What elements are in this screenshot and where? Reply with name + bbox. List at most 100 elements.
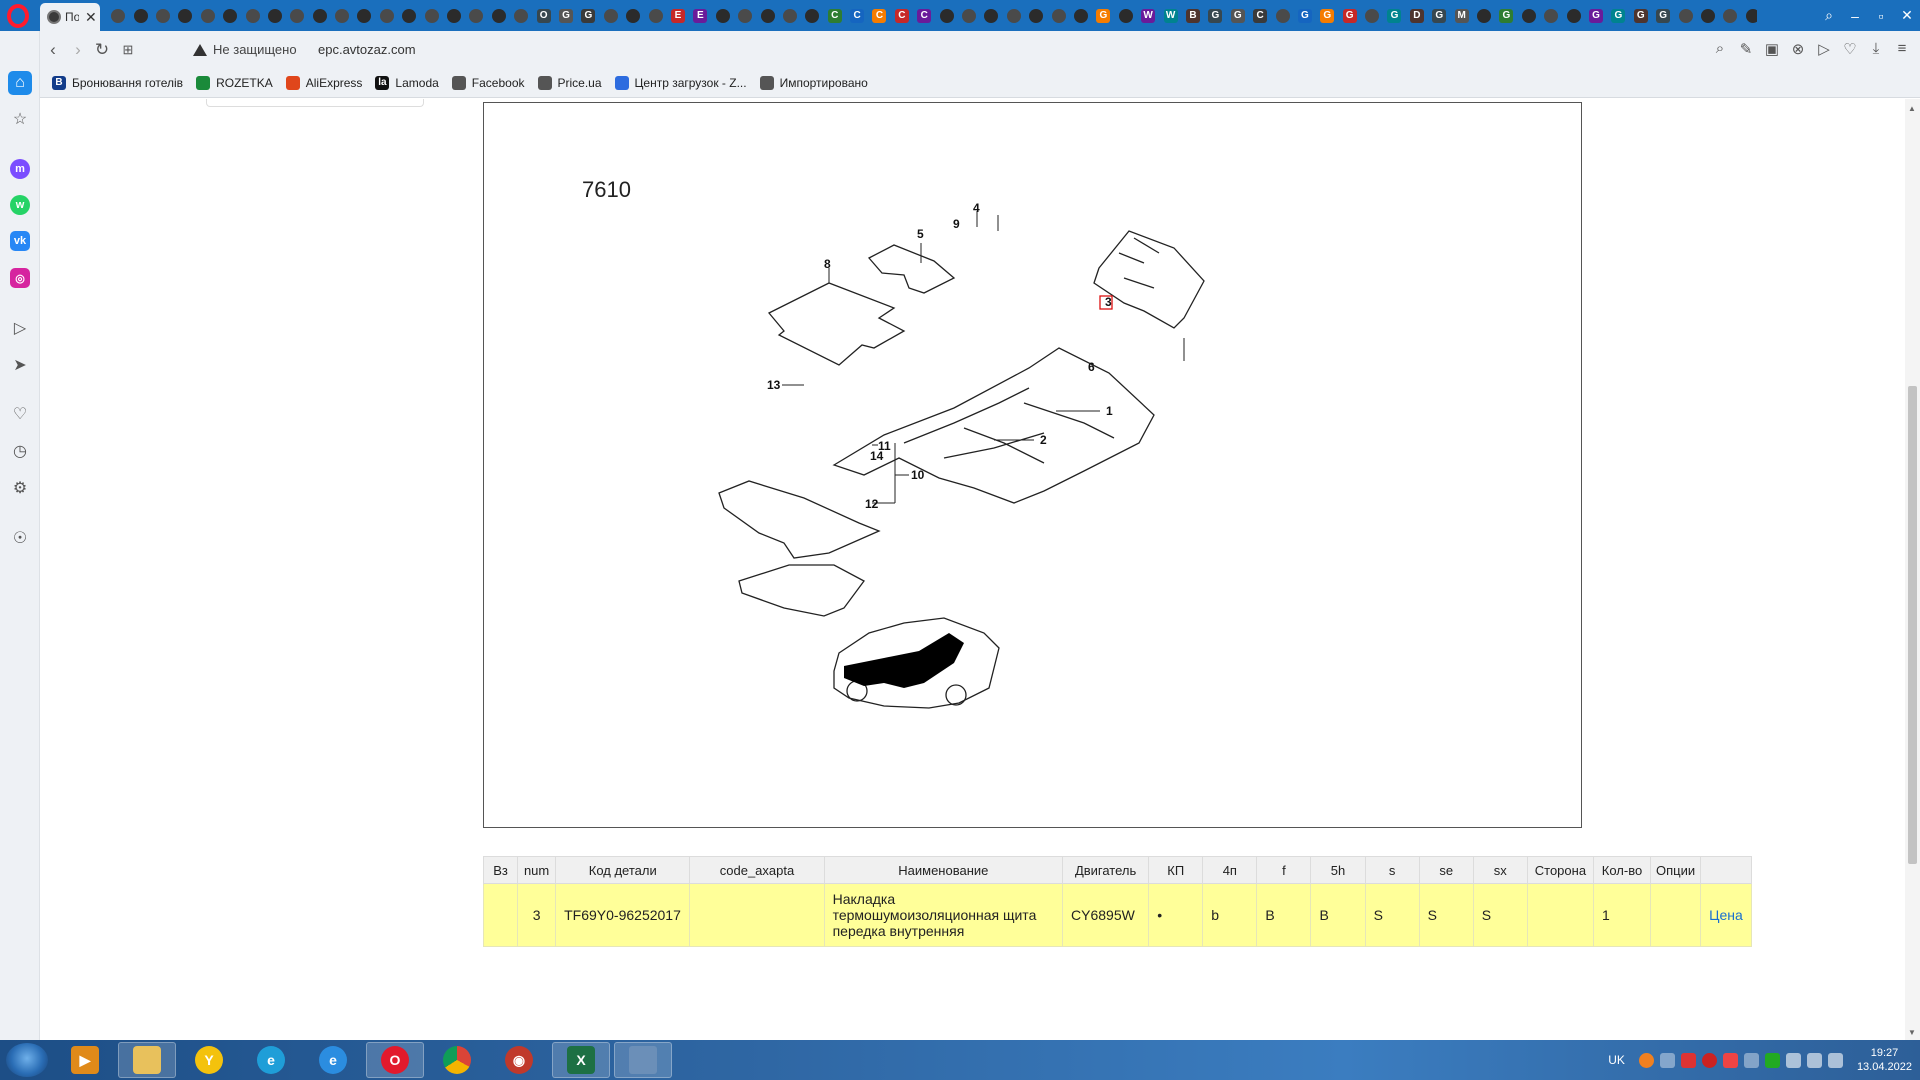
page-scrollbar[interactable]: ▲ ▼ <box>1905 99 1920 1040</box>
background-tab[interactable] <box>1271 6 1293 25</box>
minimize-window-icon[interactable]: – <box>1842 8 1868 24</box>
background-tab[interactable] <box>644 6 666 25</box>
background-tab[interactable]: G <box>1092 6 1114 25</box>
tips-bulb-icon[interactable]: ☉ <box>8 526 32 550</box>
background-tab[interactable] <box>219 6 241 25</box>
player-icon[interactable]: ▷ <box>8 316 32 340</box>
background-tab[interactable]: C <box>891 6 913 25</box>
download-icon[interactable]: ⤓ <box>1866 40 1886 58</box>
background-tab[interactable]: G <box>577 6 599 25</box>
background-tab[interactable] <box>1742 6 1757 25</box>
instagram-icon[interactable]: ◎ <box>10 268 30 288</box>
background-tab[interactable] <box>152 6 174 25</box>
background-tab[interactable] <box>1697 6 1719 25</box>
zoom-search-icon[interactable]: ⌕ <box>1710 40 1730 58</box>
background-tab[interactable] <box>935 6 957 25</box>
background-tab[interactable] <box>1540 6 1562 25</box>
background-tab[interactable] <box>600 6 622 25</box>
active-tab[interactable]: По ✕ <box>40 3 100 31</box>
background-tab[interactable]: G <box>1585 6 1607 25</box>
background-tab[interactable]: W <box>1159 6 1181 25</box>
action-center-flag-icon[interactable] <box>1785 1052 1801 1068</box>
tray-app-icon[interactable] <box>1659 1052 1675 1068</box>
background-tab[interactable] <box>1047 6 1069 25</box>
background-tab[interactable]: B <box>1182 6 1204 25</box>
bookmark-item[interactable]: AliExpress <box>285 76 362 90</box>
taskbar-excel[interactable]: X <box>552 1042 610 1078</box>
bookmark-item[interactable]: B Бронювання готелів <box>52 76 183 90</box>
send-icon[interactable]: ▷ <box>1814 40 1834 58</box>
background-tab[interactable]: C <box>824 6 846 25</box>
background-tab[interactable] <box>801 6 823 25</box>
close-tab-icon[interactable]: ✕ <box>85 9 97 26</box>
messenger-icon[interactable]: m <box>10 159 30 179</box>
background-tab[interactable] <box>264 6 286 25</box>
price-link[interactable]: Цена <box>1709 907 1743 923</box>
whatsapp-icon[interactable]: w <box>10 195 30 215</box>
network-signal-icon[interactable] <box>1806 1052 1822 1068</box>
background-tab[interactable] <box>488 6 510 25</box>
home-icon[interactable]: ⌂ <box>8 71 32 95</box>
background-tab[interactable] <box>107 6 129 25</box>
tray-app-icon[interactable] <box>1764 1052 1780 1068</box>
background-tab[interactable] <box>465 6 487 25</box>
language-indicator[interactable]: UK <box>1608 1053 1625 1067</box>
taskbar-opera[interactable]: O <box>366 1042 424 1078</box>
reload-icon[interactable]: ↻ <box>91 39 113 61</box>
background-tab[interactable] <box>420 6 442 25</box>
table-row[interactable]: 3 TF69Y0-96252017 Накладка термошумоизол… <box>482 883 1752 947</box>
security-indicator[interactable]: Не защищено <box>193 42 297 57</box>
background-tab[interactable] <box>197 6 219 25</box>
back-icon[interactable]: ‹ <box>42 39 64 61</box>
background-tab[interactable] <box>398 6 420 25</box>
taskbar-explorer[interactable] <box>118 1042 176 1078</box>
opera-logo-icon[interactable] <box>6 4 30 28</box>
background-tab[interactable] <box>779 6 801 25</box>
background-tab[interactable] <box>1674 6 1696 25</box>
background-tab[interactable] <box>1115 6 1137 25</box>
close-window-icon[interactable]: ✕ <box>1894 7 1920 24</box>
background-tab[interactable] <box>286 6 308 25</box>
send-flow-icon[interactable]: ➤ <box>8 353 32 377</box>
background-tab[interactable] <box>1361 6 1383 25</box>
taskbar-app-red[interactable]: ◉ <box>490 1042 548 1078</box>
tray-app-icon[interactable] <box>1701 1052 1717 1068</box>
scroll-up-arrow-icon[interactable]: ▲ <box>1908 104 1916 113</box>
background-tab[interactable] <box>1003 6 1025 25</box>
background-tab[interactable]: C <box>913 6 935 25</box>
taskbar-edge[interactable]: e <box>242 1042 300 1078</box>
bookmark-item[interactable]: Центр загрузок - Z... <box>614 76 747 90</box>
background-tab[interactable]: G <box>1652 6 1674 25</box>
url-field[interactable]: epc.avtozaz.com <box>318 42 416 57</box>
background-tab[interactable]: G <box>1294 6 1316 25</box>
background-tab[interactable]: C <box>1249 6 1271 25</box>
background-tab[interactable]: G <box>1383 6 1405 25</box>
background-tab[interactable]: G <box>1428 6 1450 25</box>
history-icon[interactable]: ◷ <box>8 439 32 463</box>
background-tab[interactable] <box>443 6 465 25</box>
background-tab[interactable] <box>376 6 398 25</box>
background-tab[interactable]: G <box>1495 6 1517 25</box>
bookmark-item[interactable]: ROZETKA <box>196 76 273 90</box>
background-tab[interactable] <box>174 6 196 25</box>
maximize-window-icon[interactable]: ▫ <box>1868 8 1894 24</box>
tray-app-icon[interactable] <box>1680 1052 1696 1068</box>
tabs-grid-icon[interactable]: ⊞ <box>117 39 139 61</box>
background-tab[interactable] <box>241 6 263 25</box>
background-tab[interactable]: G <box>1338 6 1360 25</box>
background-tab[interactable] <box>1070 6 1092 25</box>
bookmark-item[interactable]: la Lamoda <box>375 76 439 90</box>
background-tab[interactable]: G <box>1316 6 1338 25</box>
background-tab[interactable] <box>712 6 734 25</box>
clock[interactable]: 19:27 13.04.2022 <box>1857 1046 1912 1074</box>
background-tab[interactable] <box>622 6 644 25</box>
background-tab[interactable]: G <box>1227 6 1249 25</box>
background-tab[interactable] <box>309 6 331 25</box>
edit-icon[interactable]: ✎ <box>1736 40 1756 58</box>
background-tab[interactable]: W <box>1137 6 1159 25</box>
bookmark-item[interactable]: Импортировано <box>759 76 868 90</box>
forward-icon[interactable]: › <box>67 39 89 61</box>
background-tab[interactable]: M <box>1450 6 1472 25</box>
background-tab[interactable]: D <box>1406 6 1428 25</box>
background-tab[interactable] <box>1562 6 1584 25</box>
